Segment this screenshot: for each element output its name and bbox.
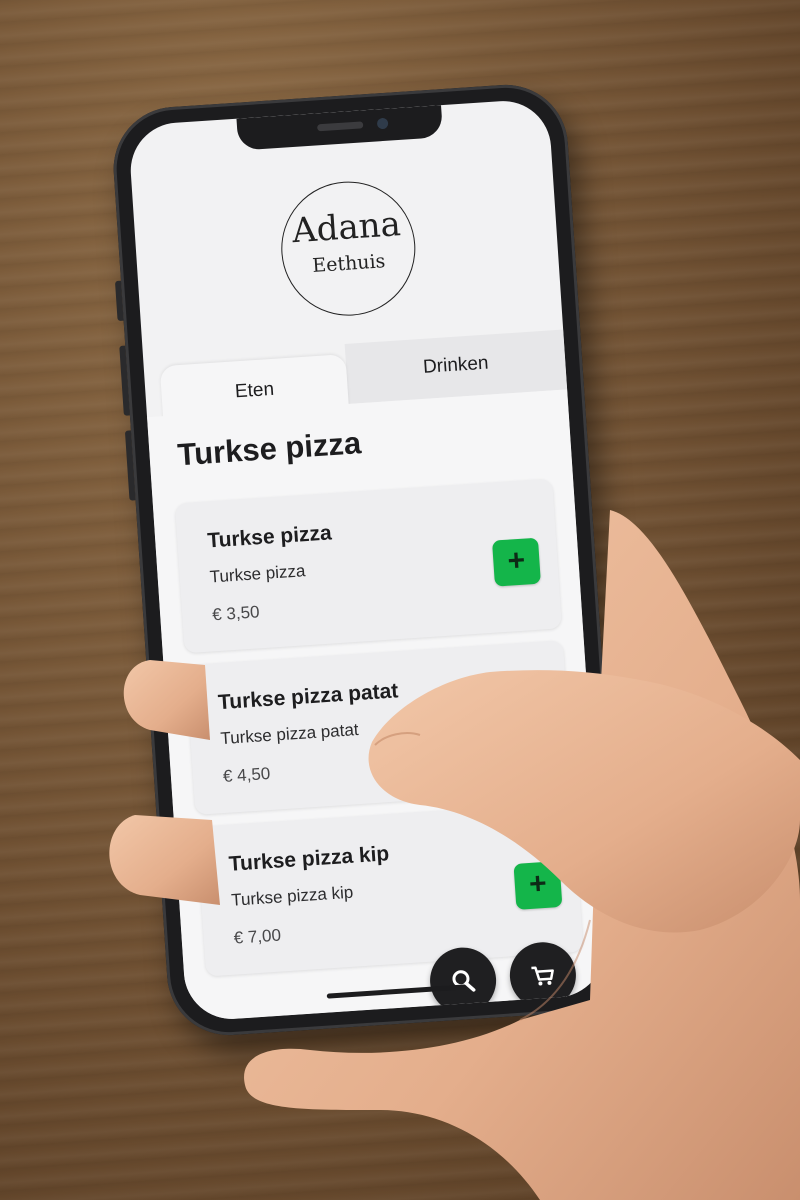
phone-screen: Adana Eethuis Drinken Eten Turkse pizza … bbox=[127, 98, 608, 1022]
add-to-cart-button[interactable]: + bbox=[491, 537, 541, 587]
menu-item-description: Turkse pizza patat bbox=[219, 719, 360, 749]
menu-item-price: € 3,50 bbox=[211, 602, 261, 625]
menu-item-title: Turkse pizza kip bbox=[228, 842, 390, 876]
section-title: Turkse pizza bbox=[176, 425, 363, 473]
restaurant-name: Adana bbox=[290, 204, 403, 252]
menu-item-price: € 7,00 bbox=[233, 925, 282, 948]
menu-item-description: Turkse pizza bbox=[209, 561, 306, 587]
add-to-cart-button[interactable]: + bbox=[502, 699, 552, 749]
cart-icon bbox=[531, 966, 554, 986]
restaurant-logo: Adana Eethuis bbox=[276, 177, 420, 320]
menu-item-price: € 4,50 bbox=[222, 763, 271, 787]
menu-item-title: Turkse pizza patat bbox=[217, 679, 399, 715]
volume-down-button bbox=[124, 430, 136, 501]
menu-content: Turkse pizza Turkse pizza Turkse pizza €… bbox=[147, 389, 608, 1022]
menu-item-description: Turkse pizza kip bbox=[230, 882, 354, 910]
menu-item-card[interactable]: Turkse pizza patat Turkse pizza patat € … bbox=[185, 640, 573, 815]
notch bbox=[235, 105, 443, 151]
mute-switch bbox=[114, 280, 124, 322]
speaker bbox=[316, 121, 363, 132]
front-camera bbox=[376, 117, 388, 130]
restaurant-subtitle: Eethuis bbox=[311, 250, 386, 277]
phone: Adana Eethuis Drinken Eten Turkse pizza … bbox=[109, 80, 626, 1040]
volume-up-button bbox=[119, 345, 130, 416]
add-to-cart-button[interactable]: + bbox=[513, 860, 563, 910]
menu-item-card[interactable]: Turkse pizza Turkse pizza € 3,50 + bbox=[174, 478, 562, 654]
menu-item-title: Turkse pizza bbox=[206, 521, 333, 553]
photo-scene: Adana Eethuis Drinken Eten Turkse pizza … bbox=[0, 0, 800, 1200]
search-icon bbox=[452, 970, 476, 992]
